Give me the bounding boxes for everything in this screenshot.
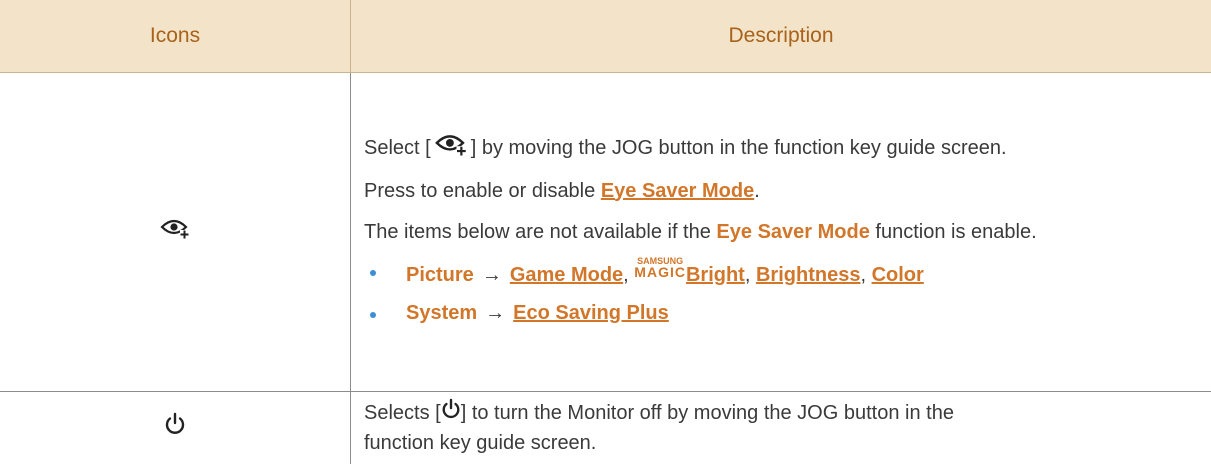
power-icon [164,412,186,445]
list-item: Picture→Game Mode, SAMSUNGMAGICBright, B… [364,257,1201,290]
bullet-dot [370,270,376,276]
eco-saving-plus-link[interactable]: Eco Saving Plus [513,302,669,324]
menu-system: System [406,302,477,324]
icon-cell [0,392,351,464]
table-row: Selects [] to turn the Monitor off by mo… [0,392,1211,464]
list-item: System → Eco Saving Plus [364,299,1201,328]
bullet-dot [370,312,376,318]
eye-saver-icon [433,132,469,165]
icon-cell [0,73,351,392]
color-link[interactable]: Color [872,264,924,286]
power-line: Selects [] to turn the Monitor off by mo… [364,398,1201,458]
table-header: Icons Description [0,0,1211,73]
press-line: Press to enable or disable Eye Saver Mod… [364,177,1201,206]
description-cell: Select [] by moving the JOG button in th… [351,73,1211,392]
eye-saver-mode-emphasis: Eye Saver Mode [716,221,869,243]
magic-bright-link[interactable]: Bright [686,264,745,286]
description-cell: Selects [] to turn the Monitor off by mo… [351,392,1211,464]
arrow-icon: → [482,264,502,286]
power-icon [441,398,461,429]
table-row: Select [] by moving the JOG button in th… [0,73,1211,392]
icons-table: Icons Description Select [] by moving th… [0,0,1211,464]
header-description: Description [351,0,1211,73]
eye-saver-icon [160,217,190,248]
menu-picture: Picture [406,264,474,286]
game-mode-link[interactable]: Game Mode [510,264,623,286]
arrow-icon: → [485,302,505,324]
unavailable-items-list: Picture→Game Mode, SAMSUNGMAGICBright, B… [364,257,1201,328]
samsung-magic-logo: SAMSUNGMAGIC [634,257,686,279]
select-line: Select [] by moving the JOG button in th… [364,132,1201,165]
brightness-link[interactable]: Brightness [756,264,860,286]
eye-saver-mode-link[interactable]: Eye Saver Mode [601,180,754,202]
header-icons: Icons [0,0,351,73]
items-line: The items below are not available if the… [364,218,1201,247]
